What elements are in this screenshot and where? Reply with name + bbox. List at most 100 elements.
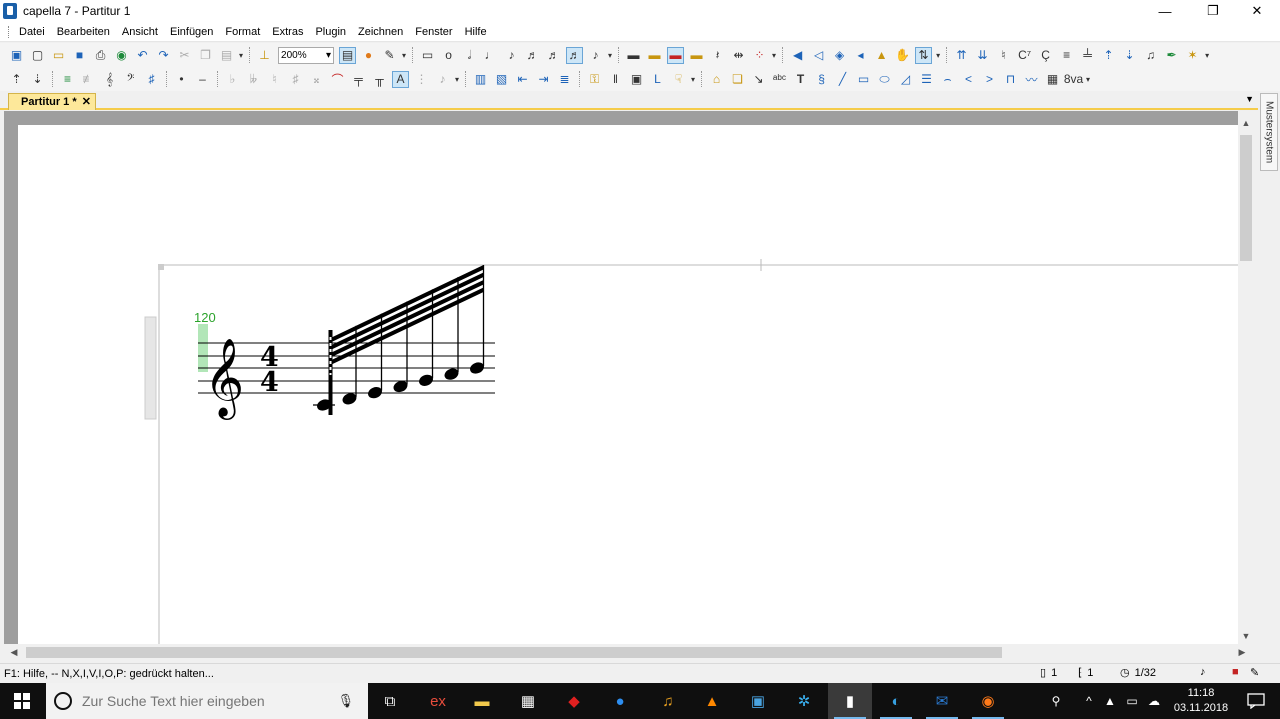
staff-down-icon[interactable]: ⇊ — [974, 47, 991, 64]
transpose-icon[interactable]: ⇅ — [915, 46, 933, 64]
menu-ansicht[interactable]: Ansicht — [118, 26, 166, 38]
taskbar-search[interactable]: 🎙 — [46, 683, 368, 719]
cloud-icon[interactable]: ☁ — [1144, 683, 1164, 719]
copy-icon[interactable]: ❐ — [197, 47, 214, 64]
action-center-icon[interactable] — [1236, 683, 1276, 719]
staff-edit-icon[interactable]: ≢ — [80, 71, 97, 88]
pen-icon[interactable]: ✒ — [1163, 47, 1180, 64]
double-sharp-icon[interactable]: 𝄪 — [308, 71, 325, 88]
quarter-rest-icon[interactable]: 𝄽 — [709, 47, 726, 64]
settings-app-icon[interactable]: ✲ — [782, 683, 826, 719]
menu-zeichnen[interactable]: Zeichnen — [354, 26, 411, 38]
media-app-icon[interactable]: ● — [598, 683, 642, 719]
text-tool-icon[interactable]: A — [392, 70, 409, 88]
line-icon[interactable]: ╱ — [834, 71, 851, 88]
battery-icon[interactable]: ▭ — [1122, 683, 1142, 719]
new-score-icon[interactable]: ▣ — [8, 47, 25, 64]
staff-lines-icon[interactable]: ≡ — [59, 71, 76, 88]
sixty-fourth-note-icon[interactable]: ♬ — [566, 46, 584, 64]
thirty-second-note-icon[interactable]: ♬ — [545, 47, 562, 64]
restore-button[interactable]: ❐ — [1190, 0, 1236, 22]
whole-rest-icon[interactable]: ▬ — [688, 47, 705, 64]
tray-overflow-icon[interactable]: ^ — [1080, 683, 1098, 719]
menu-einfuegen[interactable]: Einfügen — [166, 26, 221, 38]
tie-icon[interactable]: ⌒ — [329, 71, 346, 88]
lyrics-icon[interactable]: ≡ — [1058, 47, 1075, 64]
lyrics-line-icon[interactable]: L — [649, 71, 666, 88]
metronome-icon[interactable]: ▲ — [873, 47, 890, 64]
dot-icon[interactable]: • — [173, 71, 190, 88]
globe-icon[interactable]: ◉ — [113, 47, 130, 64]
speaker-mute-icon[interactable]: ◁ — [810, 47, 827, 64]
ottava-icon[interactable]: 8va — [1064, 71, 1083, 88]
app-ex-icon[interactable]: ex — [416, 683, 460, 719]
menu-extras[interactable]: Extras — [268, 26, 311, 38]
rest-icon[interactable]: ▬ — [625, 47, 642, 64]
system-break-icon[interactable]: ▧ — [493, 71, 510, 88]
open-folder-icon[interactable]: ▭ — [50, 47, 67, 64]
page-view-icon[interactable]: ▤ — [339, 46, 357, 64]
chord-icon[interactable]: C⁷ — [1016, 47, 1033, 64]
menu-hilfe[interactable]: Hilfe — [461, 26, 495, 38]
split-icon[interactable]: ╧ — [1079, 47, 1096, 64]
file-explorer-icon[interactable]: ▬ — [460, 683, 504, 719]
remove-staff-icon[interactable]: ⇣ — [1121, 47, 1138, 64]
brush-icon[interactable]: ✎ — [381, 47, 398, 64]
double-flat-icon[interactable]: 𝄫 — [245, 71, 262, 88]
toolbar-overflow-icon[interactable]: ▾ — [402, 51, 406, 60]
horizontal-scroll-thumb[interactable] — [26, 647, 1002, 658]
score-canvas[interactable]: 120 𝄞 4 4 — [18, 125, 1240, 646]
page-layout-icon[interactable]: ▥ — [472, 71, 489, 88]
taskbar-clock[interactable]: 11:18 03.11.2018 — [1170, 683, 1232, 719]
flat-icon[interactable]: ♭ — [224, 71, 241, 88]
toolbar-overflow-icon[interactable]: ▾ — [936, 51, 940, 60]
microphone-icon[interactable]: 🎙 — [337, 693, 354, 709]
toolbar-overflow-icon[interactable]: ▾ — [772, 51, 776, 60]
toolbar-overflow-icon[interactable]: ▾ — [455, 75, 459, 84]
undo-icon[interactable]: ↶ — [134, 47, 151, 64]
staff-lines-draw-icon[interactable]: ☰ — [918, 71, 935, 88]
tenuto-icon[interactable]: – — [194, 71, 211, 88]
barline-icon[interactable]: ‖ — [607, 71, 624, 88]
tab-list-dropdown-icon[interactable]: ▼ — [1245, 94, 1254, 104]
toolbar-overflow-icon[interactable]: ▾ — [608, 51, 612, 60]
music-app-icon[interactable]: ♫ — [646, 683, 690, 719]
dotted-note-icon[interactable]: ♪ — [587, 47, 604, 64]
beam-break-icon[interactable]: ╥ — [371, 71, 388, 88]
scroll-up-icon[interactable]: ▲ — [1238, 115, 1254, 131]
vertical-scroll-thumb[interactable] — [1240, 135, 1252, 261]
freeform-icon[interactable]: ◿ — [897, 71, 914, 88]
capella-taskbar-icon[interactable]: ▮ — [828, 683, 872, 719]
close-button[interactable]: ✕ — [1234, 0, 1280, 22]
menu-datei[interactable]: Datei — [15, 26, 53, 38]
firefox-icon[interactable]: ◉ — [966, 683, 1010, 719]
bass-clef-icon[interactable]: 𝄢 — [122, 71, 139, 88]
slur-icon[interactable]: ⌢ — [939, 71, 956, 88]
align-icon[interactable]: ≣ — [556, 71, 573, 88]
tab-partitur-1[interactable]: Partitur 1 * ✕ — [8, 93, 96, 110]
toolbar-overflow-icon[interactable]: ▾ — [691, 75, 695, 84]
breve-note-icon[interactable]: ▭ — [419, 47, 436, 64]
network-tray-icon[interactable]: ▲ — [1100, 683, 1120, 719]
treble-clef-icon[interactable]: 𝄞 — [101, 71, 118, 88]
natural-icon[interactable]: ♮ — [266, 71, 283, 88]
insert-staff-icon[interactable]: ⇡ — [1100, 47, 1117, 64]
key-change-icon[interactable]: ♯ — [143, 71, 160, 88]
start-button[interactable] — [0, 683, 44, 719]
print-icon[interactable]: ⎙ — [92, 47, 109, 64]
save-icon[interactable]: ■ — [71, 47, 88, 64]
zoom-select[interactable]: 200% ▾ — [278, 46, 335, 64]
rest-selected-icon[interactable]: ▬ — [667, 46, 685, 64]
grace-note-icon[interactable]: ♪ — [434, 71, 451, 88]
symbol-icon[interactable]: § — [813, 71, 830, 88]
minimize-button[interactable]: — — [1142, 0, 1188, 22]
acrobat-icon[interactable]: ◆ — [552, 683, 596, 719]
accidental-icon[interactable]: ♮ — [995, 47, 1012, 64]
whole-note-icon[interactable]: o — [440, 47, 457, 64]
menu-format[interactable]: Format — [221, 26, 268, 38]
close-tab-icon[interactable]: ✕ — [82, 95, 91, 108]
beam-icon[interactable]: ╤ — [350, 71, 367, 88]
note-up-icon[interactable]: ⇡ — [8, 71, 25, 88]
building-icon[interactable]: ⌂ — [708, 71, 725, 88]
toolbar-overflow-icon[interactable]: ▾ — [239, 51, 243, 60]
